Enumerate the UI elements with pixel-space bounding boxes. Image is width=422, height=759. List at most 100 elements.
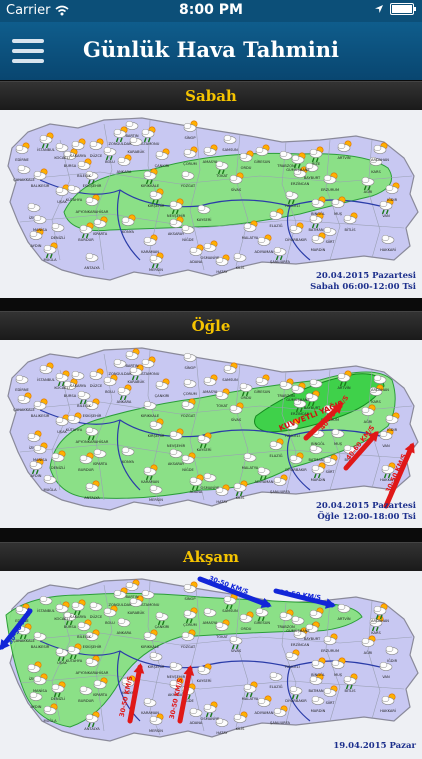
city-label: HATAY <box>216 270 228 274</box>
city-label: MALATYA <box>242 697 259 701</box>
city-label: ANTALYA <box>84 496 100 500</box>
city-label: ORDU <box>241 396 252 400</box>
city-label: ELAZIĞ <box>269 223 282 228</box>
city-label: EDİRNE <box>15 157 29 162</box>
status-bar: Carrier 8:00 PM <box>0 0 422 22</box>
city-label: KARS <box>371 170 381 174</box>
city-label: KAYSERİ <box>197 678 212 683</box>
map-date: 20.04.2015 Pazartesi <box>315 501 416 511</box>
city-label: ŞANLIURFA <box>270 260 290 264</box>
city-label: BALIKESİR <box>31 183 50 188</box>
city-label: TOKAT <box>215 404 228 408</box>
city-label: KIRIKKALE <box>141 184 160 188</box>
map-caption: 19.04.2015 Pazar <box>333 741 416 752</box>
city-label: BİNGÖL <box>311 211 325 216</box>
turkey-map-ogle: KASTAMONUSİNOPSAMSUNANKARAKIRIKKALE YOZGA… <box>0 340 422 528</box>
city-label: HATAY <box>216 731 228 735</box>
city-label: GİRESUN <box>254 159 271 164</box>
city-label: MERSİN <box>149 497 163 502</box>
city-label: BOLU <box>105 621 115 625</box>
map-period: Sabah 06:00-12:00 Tsi <box>310 282 416 292</box>
city-label: KARS <box>371 631 381 635</box>
city-label: KÜTAHYA <box>66 658 83 663</box>
nav-bar: Günlük Hava Tahmini <box>0 22 422 80</box>
city-label: KIRŞEHİR <box>148 433 165 438</box>
city-label: BATMAN <box>308 689 323 693</box>
city-label: KARAMAN <box>141 250 159 254</box>
city-label: DÜZCE <box>90 153 103 158</box>
city-label: KİLİS <box>236 726 245 731</box>
city-label: BURDUR <box>78 699 94 703</box>
city-label: NİĞDE <box>182 237 194 242</box>
battery-icon <box>390 3 416 15</box>
city-label: SAMSUN <box>222 609 238 613</box>
city-label: BİTLİS <box>344 688 356 693</box>
city-label: ADANA <box>190 721 203 725</box>
city-label: ISPARTA <box>93 232 108 236</box>
map-date: 19.04.2015 Pazar <box>333 741 416 751</box>
forecast-map-ogle[interactable]: KASTAMONU SİNOP SAMSUN ANKARA KIRIKKALE YOZGA… <box>0 340 422 528</box>
city-label: KIRIKKALE <box>141 645 160 649</box>
city-label: DENİZLİ <box>51 696 65 701</box>
city-label: BOLU <box>105 160 115 164</box>
city-label: HAKKARİ <box>380 247 396 252</box>
city-label: BALIKESİR <box>31 413 50 418</box>
city-label: ARDAHAN <box>371 388 389 392</box>
city-label: KARABÜK <box>127 610 145 615</box>
turkey-map-sabah: KASTAMONUSİNOPSAMSUNANKARAKIRIKKALE YOZGA… <box>0 110 422 298</box>
city-label: NİĞDE <box>182 467 194 472</box>
city-label: ZONGULDAK <box>109 142 133 146</box>
city-label: KONYA <box>122 230 135 234</box>
city-label: KARABÜK <box>127 379 145 384</box>
city-label: ÇORUM <box>183 623 197 627</box>
city-label: MANİSA <box>33 227 48 232</box>
city-label: AYDIN <box>31 705 42 709</box>
map-date: 20.04.2015 Pazartesi <box>315 271 416 281</box>
city-label: ARTVİN <box>337 385 350 390</box>
city-label: SAMSUN <box>222 378 238 382</box>
city-label: BİNGÖL <box>311 441 325 446</box>
city-label: KONYA <box>122 460 135 464</box>
city-label: IĞDIR <box>387 427 398 432</box>
city-label: ÇANKIRI <box>155 394 170 398</box>
city-label: ERZİNCAN <box>291 181 310 186</box>
city-label: MALATYA <box>242 236 259 240</box>
city-label: GİRESUN <box>254 620 271 625</box>
city-label: SİNOP <box>184 365 196 370</box>
page-title: Günlük Hava Tahmini <box>82 37 340 62</box>
city-label: YOZGAT <box>181 414 196 418</box>
status-time: 8:00 PM <box>179 2 243 18</box>
city-label: DİYARBAKIR <box>285 237 307 242</box>
forecast-map-aksam[interactable]: KASTAMONU SİNOP SAMSUN ANKARA KIRIKKALE YOZGA… <box>0 571 422 759</box>
city-label: KAYSERİ <box>197 447 212 452</box>
city-label: KOCAELİ <box>54 616 69 621</box>
city-label: SİİRT <box>326 700 336 705</box>
city-label: NEVŞEHİR <box>167 213 186 218</box>
city-label: IĞDIR <box>387 197 398 202</box>
city-label: ARDAHAN <box>371 158 389 162</box>
city-label: AMASYA <box>203 160 218 164</box>
city-label: VAN <box>382 675 390 679</box>
city-label: AĞRI <box>364 189 373 194</box>
city-label: DENİZLİ <box>51 235 65 240</box>
city-label: SİVAS <box>231 648 242 653</box>
city-label: ARTVİN <box>337 155 350 160</box>
city-label: SAMSUN <box>222 148 238 152</box>
city-label: MUŞ <box>334 673 343 677</box>
map-caption: 20.04.2015 Pazartesi Sabah 06:00-12:00 T… <box>310 271 416 293</box>
city-label: SAKARYA <box>70 154 87 158</box>
city-label: BALIKESİR <box>31 644 50 649</box>
city-label: BAYBURT <box>304 637 321 641</box>
city-label: AKSARAY <box>168 232 185 236</box>
city-label: BİLECİK <box>77 403 91 408</box>
status-right <box>374 3 416 15</box>
city-label: YOZGAT <box>181 645 196 649</box>
city-label: BARTIN <box>125 134 138 138</box>
city-label: TUNCELİ <box>283 203 299 208</box>
city-label: GÜMÜŞHANE <box>286 167 310 172</box>
city-label: MERSİN <box>149 728 163 733</box>
city-label: HAKKARİ <box>380 708 396 713</box>
city-label: ANTALYA <box>84 266 100 270</box>
city-label: ERZURUM <box>321 188 339 192</box>
forecast-map-sabah[interactable]: KASTAMONU SİNOP SAMSUN ANKARA KIRIKKALE YOZGA… <box>0 110 422 298</box>
